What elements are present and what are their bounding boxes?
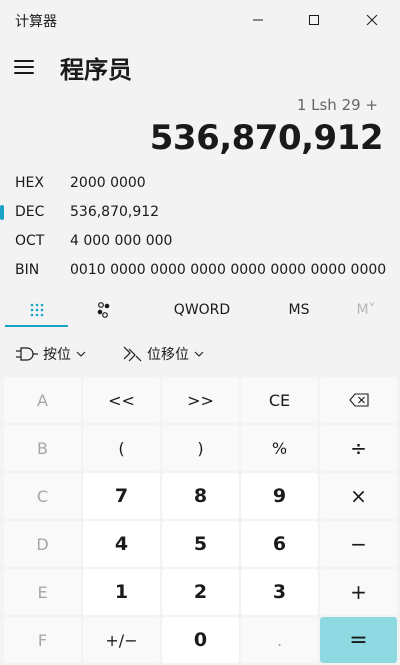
result-display: 536,870,912 — [149, 118, 384, 158]
key-2[interactable]: 2 — [162, 569, 239, 615]
key-a[interactable]: A — [4, 377, 81, 423]
bit-shift-label: 位移位 — [147, 347, 189, 363]
keypad-mode-tabs: QWORD MS M˅ — [0, 294, 400, 328]
radix-value: 0010 0000 0000 0000 0000 0000 0000 0000 — [70, 262, 387, 278]
key-equals[interactable]: = — [320, 617, 397, 663]
key-8[interactable]: 8 — [162, 473, 239, 519]
radix-row-hex[interactable]: HEX 2000 0000 — [0, 169, 400, 198]
radix-row-dec[interactable]: DEC 536,870,912 — [0, 198, 400, 227]
chevron-down-icon — [76, 351, 86, 357]
radix-name: BIN — [15, 262, 40, 278]
memory-store-button[interactable]: MS — [272, 294, 326, 326]
bitwise-dropdown[interactable]: 按位 — [16, 342, 86, 366]
key-decimal[interactable]: . — [241, 617, 318, 663]
key-6[interactable]: 6 — [241, 521, 318, 567]
key-d[interactable]: D — [4, 521, 81, 567]
key-f[interactable]: F — [4, 617, 81, 663]
selection-indicator — [0, 205, 4, 220]
bit-shift-icon — [123, 346, 142, 362]
word-size-button[interactable]: QWORD — [160, 294, 244, 326]
title-bar: 计算器 — [0, 0, 400, 40]
tab-bit-toggling[interactable] — [72, 294, 135, 326]
radix-row-oct[interactable]: OCT 4 000 000 000 — [0, 227, 400, 256]
radix-name: DEC — [15, 204, 45, 220]
radix-value: 2000 0000 — [70, 175, 146, 191]
radix-row-bin[interactable]: BIN 0010 0000 0000 0000 0000 0000 0000 0… — [0, 256, 400, 285]
backspace-icon — [348, 393, 369, 407]
minimize-button[interactable] — [238, 0, 278, 40]
key-right-shift[interactable]: >> — [162, 377, 239, 423]
key-close-paren[interactable]: ) — [162, 425, 239, 471]
key-e[interactable]: E — [4, 569, 81, 615]
key-9[interactable]: 9 — [241, 473, 318, 519]
key-4[interactable]: 4 — [83, 521, 160, 567]
keypad: A << >> CE B ( ) % ÷ C 7 8 9 × D 4 5 6 −… — [4, 377, 397, 663]
maximize-button[interactable] — [294, 0, 334, 40]
logic-gate-icon — [16, 347, 38, 361]
key-multiply[interactable]: × — [320, 473, 397, 519]
hamburger-icon — [14, 60, 34, 62]
key-modulo[interactable]: % — [241, 425, 318, 471]
radix-name: HEX — [15, 175, 44, 191]
key-7[interactable]: 7 — [83, 473, 160, 519]
close-icon — [366, 14, 378, 26]
key-subtract[interactable]: − — [320, 521, 397, 567]
chevron-down-icon — [194, 351, 204, 357]
memory-recall-button[interactable]: M˅ — [346, 294, 386, 326]
key-c[interactable]: C — [4, 473, 81, 519]
bit-shift-dropdown[interactable]: 位移位 — [122, 342, 204, 366]
key-negate[interactable]: +/− — [83, 617, 160, 663]
app-title: 计算器 — [15, 14, 57, 30]
tab-selected-underline — [5, 325, 68, 327]
key-clear-entry[interactable]: CE — [241, 377, 318, 423]
key-add[interactable]: + — [320, 569, 397, 615]
bit-toggle-icon — [97, 302, 109, 318]
key-0[interactable]: 0 — [162, 617, 239, 663]
bit-operations-bar: 按位 位移位 — [0, 338, 400, 370]
radix-name: OCT — [15, 233, 45, 249]
key-open-paren[interactable]: ( — [83, 425, 160, 471]
key-1[interactable]: 1 — [83, 569, 160, 615]
menu-button[interactable] — [10, 54, 40, 80]
key-5[interactable]: 5 — [162, 521, 239, 567]
key-3[interactable]: 3 — [241, 569, 318, 615]
expression-display: 1 Lsh 29 + — [296, 96, 378, 114]
keypad-icon — [30, 303, 43, 317]
radix-value: 4 000 000 000 — [70, 233, 173, 249]
key-left-shift[interactable]: << — [83, 377, 160, 423]
close-button[interactable] — [352, 0, 392, 40]
mode-title: 程序员 — [60, 56, 132, 84]
tab-full-keypad[interactable] — [5, 294, 68, 326]
key-divide[interactable]: ÷ — [320, 425, 397, 471]
key-backspace[interactable] — [320, 377, 397, 423]
bitwise-label: 按位 — [43, 347, 71, 363]
key-b[interactable]: B — [4, 425, 81, 471]
radix-value: 536,870,912 — [70, 204, 160, 220]
maximize-icon — [309, 15, 319, 25]
minimize-icon — [253, 19, 263, 21]
